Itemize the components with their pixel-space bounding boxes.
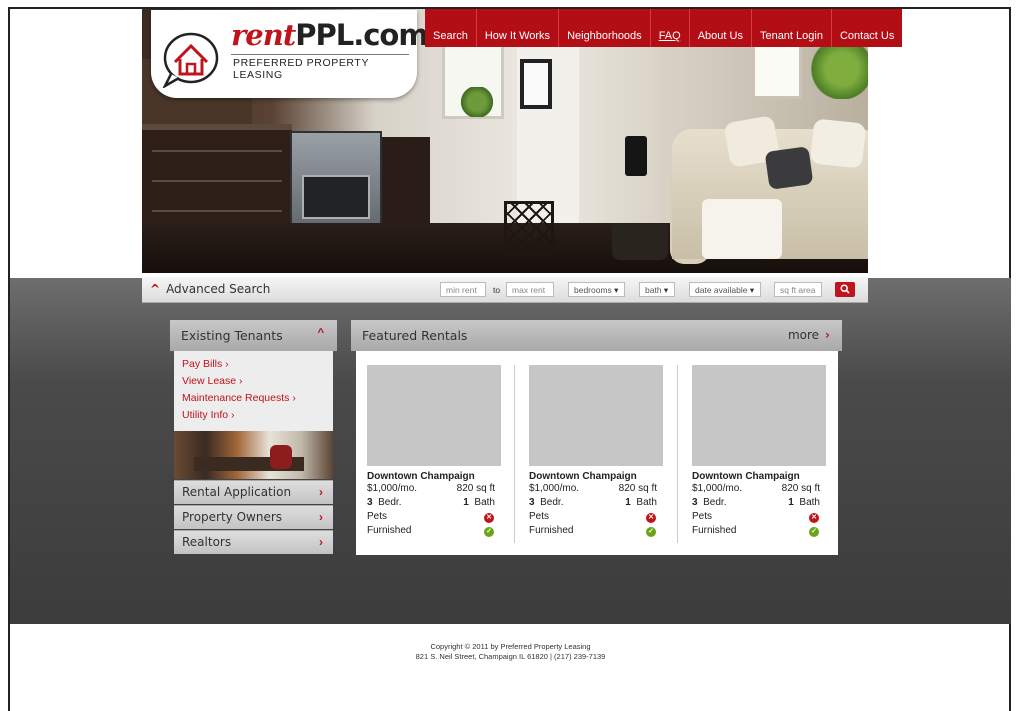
pets-label: Pets [367,511,388,522]
advanced-search-toggle[interactable]: ^ Advanced Search [150,282,270,296]
min-rent-input[interactable]: min rent [440,282,486,297]
address-text: 821 S. Neil Street, Champaign IL 61820 |… [415,652,606,661]
furnished-label: Furnished [529,525,574,536]
view-lease-link[interactable]: View Lease › [182,375,243,387]
logo-wordmark: rentPPL.com [231,18,429,52]
to-label: to [493,285,501,295]
rental-sqft: 820 sq ft [618,483,657,494]
chevron-up-icon: ^ [317,327,324,339]
existing-tenants-links: Pay Bills › View Lease › Maintenance Req… [174,351,333,431]
rental-baths: 1 Bath [463,497,495,508]
rental-photo[interactable] [692,365,826,466]
rental-beds: 3 Bedr. [529,497,564,508]
maintenance-requests-link[interactable]: Maintenance Requests › [182,392,296,404]
nav-neighborhoods[interactable]: Neighborhoods [558,9,650,47]
sidebar-item-property-owners[interactable]: Property Owners › [174,505,333,529]
rental-baths: 1 Bath [625,497,657,508]
featured-rentals-list: Downtown Champaign $1,000/mo. 820 sq ft 3 B… [356,351,838,555]
sidebar-item-realtors[interactable]: Realtors › [174,530,333,554]
tenants-photo [174,431,333,479]
rental-photo[interactable] [367,365,501,466]
nav-search[interactable]: Search [425,9,476,47]
main-nav: Search How It Works Neighborhoods FAQ Ab… [425,9,903,47]
sidebar-item-rental-application[interactable]: Rental Application › [174,480,333,504]
rental-title[interactable]: Downtown Champaign [692,471,826,482]
caret-up-icon: ^ [150,282,161,296]
check-circle-icon: ✓ [809,527,819,537]
pets-label: Pets [529,511,550,522]
nav-faq[interactable]: FAQ [649,9,689,47]
rental-title[interactable]: Downtown Champaign [529,471,663,482]
utility-info-link[interactable]: Utility Info › [182,409,235,421]
furnished-label: Furnished [367,525,412,536]
chevron-right-icon: › [319,510,323,524]
rental-card[interactable]: Downtown Champaign $1,000/mo. 820 sq ft 3 B… [529,365,663,538]
check-circle-icon: ✓ [646,527,656,537]
chevron-right-icon: › [825,328,830,342]
rental-price: $1,000/mo. [367,483,418,494]
furnished-label: Furnished [692,525,737,536]
bath-select[interactable]: bath [639,282,675,297]
rental-price: $1,000/mo. [692,483,743,494]
nav-tenant-login[interactable]: Tenant Login [750,9,831,47]
rental-sqft: 820 sq ft [781,483,820,494]
date-available-select[interactable]: date available [689,282,761,297]
more-link[interactable]: more › [788,328,830,342]
max-rent-input[interactable]: max rent [506,282,554,297]
nav-how-it-works[interactable]: How It Works [475,9,558,47]
search-icon [840,284,850,294]
close-circle-icon: ✕ [646,513,656,523]
nav-about-us[interactable]: About Us [688,9,751,47]
featured-rentals-title: Featured Rentals [362,328,468,343]
bedrooms-select[interactable]: bedrooms [568,282,625,297]
rental-title[interactable]: Downtown Champaign [367,471,501,482]
featured-rentals-header: Featured Rentals more › [351,320,842,351]
rental-card[interactable]: Downtown Champaign $1,000/mo. 820 sq ft 3 B… [367,365,501,538]
rental-beds: 3 Bedr. [367,497,402,508]
rental-photo[interactable] [529,365,663,466]
rental-beds: 3 Bedr. [692,497,727,508]
chevron-right-icon: › [319,485,323,499]
rental-price: $1,000/mo. [529,483,580,494]
pay-bills-link[interactable]: Pay Bills › [182,358,229,370]
check-circle-icon: ✓ [484,527,494,537]
rental-sqft: 820 sq ft [456,483,495,494]
site-logo[interactable]: rentPPL.com PREFERRED PROPERTY LEASING [151,10,429,98]
close-circle-icon: ✕ [484,513,494,523]
chevron-right-icon: › [319,535,323,549]
rental-baths: 1 Bath [788,497,820,508]
footer: Copyright © 2011 by Preferred Property L… [10,642,1011,662]
search-button[interactable] [835,282,855,297]
pets-label: Pets [692,511,713,522]
sqft-input[interactable]: sq ft area [774,282,822,297]
rental-card[interactable]: Downtown Champaign $1,000/mo. 820 sq ft 3 B… [692,365,826,538]
advanced-search-bar: ^ Advanced Search min rent to max rent be… [142,277,868,303]
nav-contact-us[interactable]: Contact Us [830,9,902,47]
logo-tagline: PREFERRED PROPERTY LEASING [233,57,369,81]
house-icon [162,32,219,88]
existing-tenants-header[interactable]: Existing Tenants ^ [170,320,337,351]
close-circle-icon: ✕ [809,513,819,523]
copyright-text: Copyright © 2011 by Preferred Property L… [430,642,591,651]
